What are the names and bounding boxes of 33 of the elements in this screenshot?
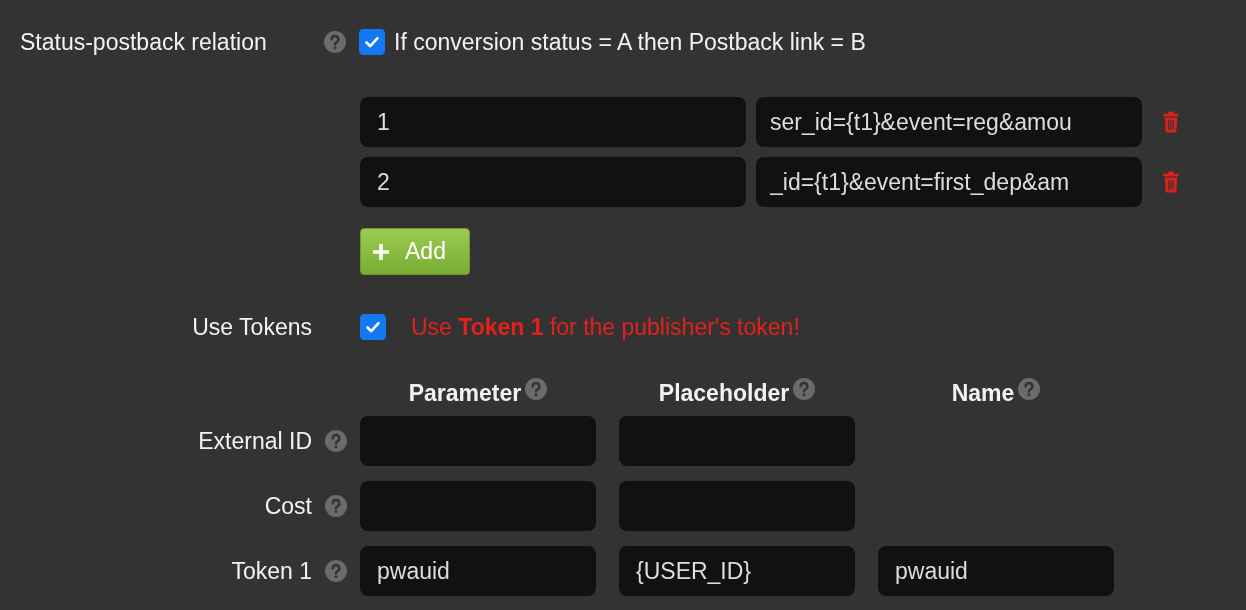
input-field[interactable]: 1 bbox=[360, 97, 746, 147]
field-label: Use Tokens bbox=[192, 313, 312, 341]
input-field[interactable]: ser_id={t1}&event=reg&amou bbox=[756, 97, 1142, 147]
column-header: Parameter bbox=[408, 379, 522, 407]
input-field[interactable]: _id={t1}&event=first_dep&am bbox=[756, 157, 1142, 207]
field-label: Status-postback relation bbox=[20, 28, 268, 56]
checkbox[interactable] bbox=[360, 314, 386, 340]
warning-text: Use Token 1 for the publisher's token! bbox=[411, 313, 800, 341]
help-icon[interactable] bbox=[793, 378, 816, 400]
field-label: Cost bbox=[264, 492, 312, 520]
checkbox-label: If conversion status = A then Postback link = B bbox=[394, 28, 866, 56]
input-field[interactable] bbox=[619, 481, 855, 531]
input-field[interactable]: pwauid bbox=[360, 546, 596, 596]
plus-icon bbox=[371, 241, 391, 262]
help-icon[interactable] bbox=[324, 31, 346, 53]
trash-icon[interactable] bbox=[1162, 171, 1180, 193]
checkbox[interactable] bbox=[359, 29, 385, 55]
input-field[interactable] bbox=[619, 416, 855, 466]
column-header: Name bbox=[951, 379, 1015, 407]
help-icon[interactable] bbox=[1018, 378, 1041, 400]
field-label: External ID bbox=[198, 427, 312, 455]
help-icon[interactable] bbox=[325, 495, 347, 517]
field-label: Token 1 bbox=[231, 557, 312, 585]
help-icon[interactable] bbox=[325, 430, 347, 452]
trash-icon[interactable] bbox=[1162, 111, 1180, 133]
help-icon[interactable] bbox=[525, 378, 548, 400]
input-field[interactable]: {USER_ID} bbox=[619, 546, 855, 596]
column-header: Placeholder bbox=[658, 379, 790, 407]
input-field[interactable] bbox=[360, 416, 596, 466]
input-field[interactable]: 2 bbox=[360, 157, 746, 207]
input-field[interactable] bbox=[360, 481, 596, 531]
help-icon[interactable] bbox=[325, 560, 347, 582]
input-field[interactable]: pwauid bbox=[878, 546, 1114, 596]
